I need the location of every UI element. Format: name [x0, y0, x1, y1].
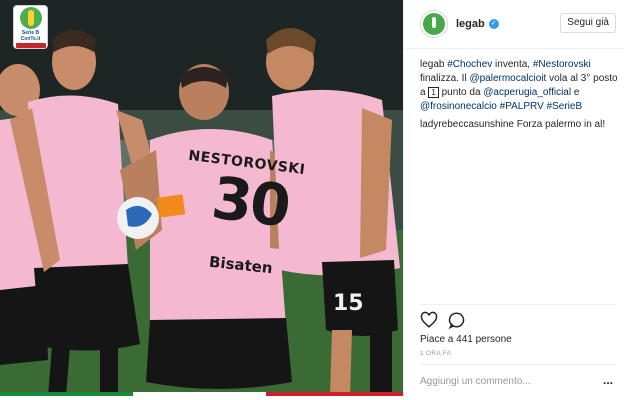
- post-timestamp: 1 ORA FA: [420, 350, 452, 357]
- logo-bar: [15, 42, 46, 48]
- comment-item: ladyrebeccasunshine Forza palermo in al!: [420, 118, 620, 132]
- more-options-button[interactable]: ...: [603, 372, 613, 388]
- svg-text:15: 15: [333, 291, 364, 316]
- post-photo[interactable]: 15 Serie B ConTe.it NESTOROVSKI 30 Bisat…: [0, 0, 403, 396]
- players-illustration: 15: [0, 0, 403, 396]
- caption-author[interactable]: legab: [420, 59, 444, 70]
- action-bar: [420, 311, 466, 329]
- caption-text-fragment: punto da: [438, 87, 484, 98]
- serie-b-logo: Serie B ConTe.it: [13, 5, 48, 49]
- comment-input[interactable]: [420, 373, 590, 389]
- comment-author[interactable]: ladyrebeccasunshine: [420, 119, 514, 130]
- caption-tag-link[interactable]: #Nestorovski: [533, 59, 591, 70]
- divider: [420, 364, 616, 365]
- caption-text: #Chochev inventa, #Nestorovski finalizza…: [420, 59, 618, 112]
- serie-b-badge-text: Serie B ConTe.it: [20, 29, 41, 42]
- post-header: legab ✓ Segui già: [404, 0, 624, 49]
- caption-tag-link[interactable]: #PALPRV: [500, 101, 544, 112]
- caption-text-fragment: e: [571, 87, 580, 98]
- caption-tag-link[interactable]: #SerieB: [547, 101, 583, 112]
- header-username[interactable]: legab: [456, 18, 485, 30]
- caption: legab #Chochev inventa, #Nestorovski fin…: [420, 58, 620, 114]
- jersey-number: 30: [208, 163, 293, 241]
- serie-b-mark-icon: [19, 6, 42, 29]
- legab-logo-icon: [423, 13, 445, 35]
- heart-icon[interactable]: [420, 311, 438, 329]
- follow-button[interactable]: Segui già: [560, 13, 616, 33]
- caption-tag-link[interactable]: @palermocalcioit: [469, 73, 546, 84]
- avatar[interactable]: [420, 10, 448, 38]
- caption-tag-link[interactable]: @frosinonecalcio: [420, 101, 497, 112]
- tricolor-strip: [0, 392, 403, 396]
- caption-text-fragment: inventa,: [492, 59, 533, 70]
- caption-boxed-number: 1: [428, 87, 439, 98]
- post-side-panel: legab ✓ Segui già legab #Chochev inventa…: [403, 0, 624, 400]
- caption-text-fragment: finalizza. Il: [420, 73, 470, 84]
- comments-list: legab #Chochev inventa, #Nestorovski fin…: [420, 58, 620, 136]
- verified-badge-icon: ✓: [488, 19, 499, 29]
- comment-bubble-icon[interactable]: [448, 311, 466, 329]
- caption-tag-link[interactable]: @acperugia_official: [483, 87, 571, 98]
- caption-tag-link[interactable]: #Chochev: [447, 59, 492, 70]
- comment-text: Forza palermo in al!: [516, 119, 606, 130]
- likes-count[interactable]: Piace a 441 persone: [420, 334, 512, 345]
- divider: [420, 304, 616, 305]
